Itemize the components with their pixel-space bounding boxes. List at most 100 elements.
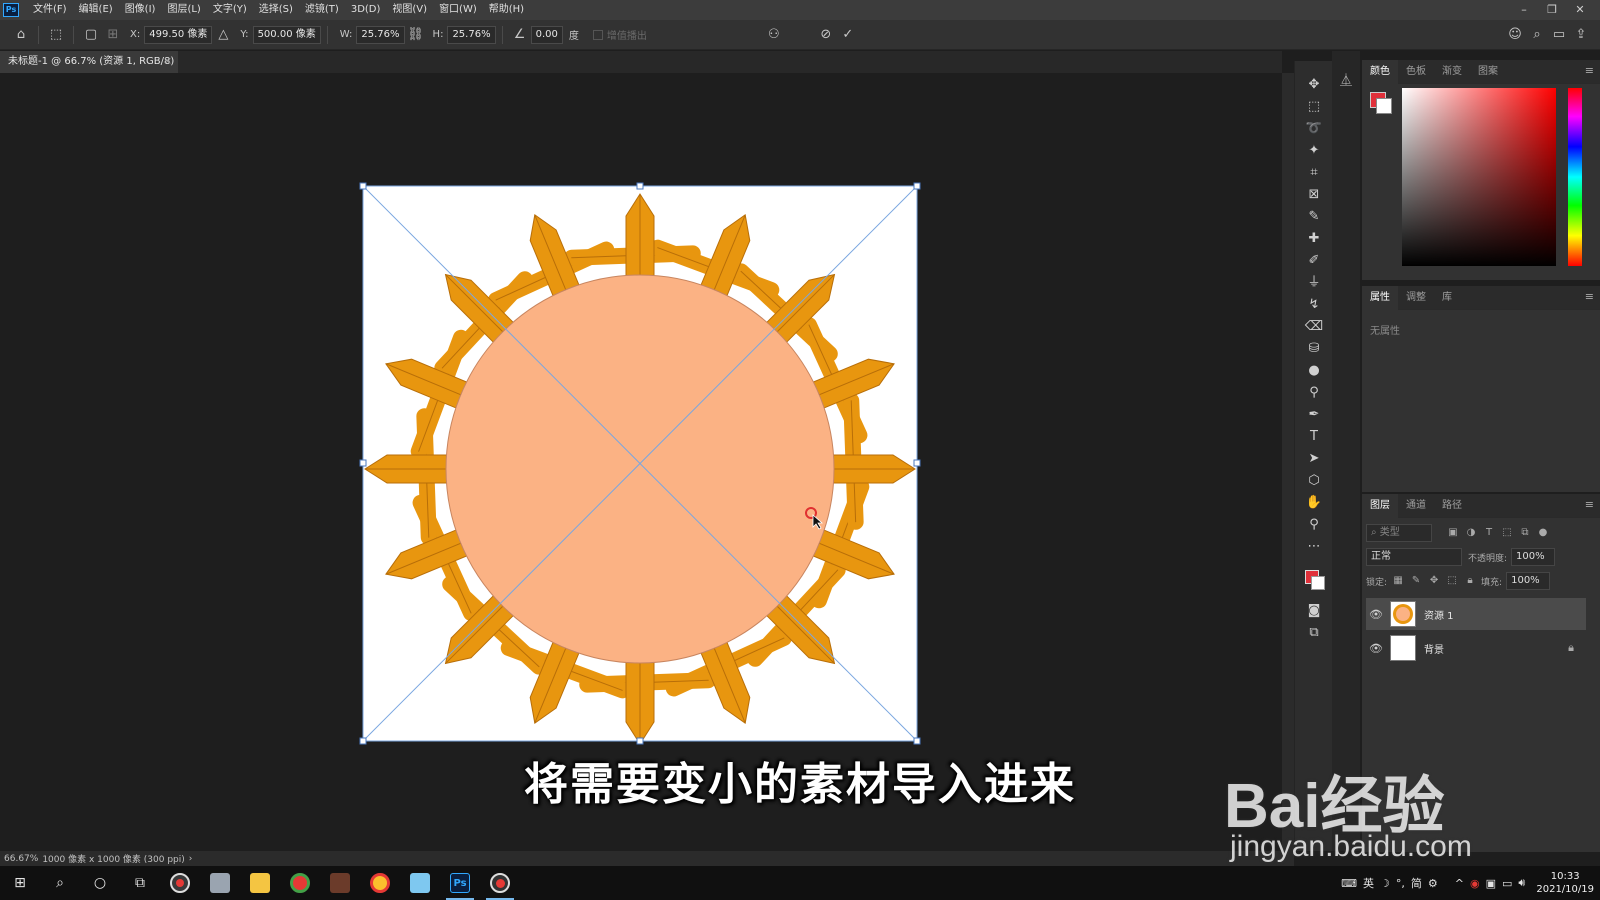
- filter-adjustment-icon[interactable]: ◑: [1464, 526, 1478, 540]
- tab-libraries[interactable]: 库: [1434, 286, 1460, 310]
- transform-tool-icon[interactable]: ⬚: [45, 24, 67, 46]
- tab-color[interactable]: 颜色: [1362, 59, 1398, 84]
- magic-wand-icon[interactable]: ✦: [1302, 141, 1326, 161]
- filter-toggle-icon[interactable]: ●: [1536, 526, 1550, 540]
- hand-tool-icon[interactable]: ✋: [1302, 493, 1326, 513]
- cortana-icon[interactable]: ○: [80, 866, 120, 900]
- color-panel-background[interactable]: [1376, 98, 1392, 114]
- angle-field[interactable]: 0.00: [530, 25, 563, 44]
- transform-bounding-box[interactable]: [355, 179, 925, 749]
- transform-handle[interactable]: [636, 182, 644, 190]
- ime-language[interactable]: 英: [1363, 875, 1374, 891]
- notes-app-icon[interactable]: [400, 866, 440, 900]
- game-app-icon[interactable]: [320, 866, 360, 900]
- restore-icon[interactable]: ❐: [1538, 0, 1566, 20]
- network-icon[interactable]: ▭: [1502, 877, 1512, 890]
- ime-moon-icon[interactable]: ☽: [1380, 877, 1390, 890]
- panel-menu-icon[interactable]: ≡: [1585, 290, 1594, 303]
- tray-expand-icon[interactable]: ^: [1455, 877, 1464, 890]
- transform-handle[interactable]: [913, 459, 921, 467]
- crop-tool-icon[interactable]: ⌗: [1302, 163, 1326, 183]
- filter-pixel-icon[interactable]: ▣: [1446, 526, 1460, 540]
- tab-patterns[interactable]: 图案: [1470, 60, 1506, 84]
- cancel-transform-icon[interactable]: ⊘: [815, 24, 837, 46]
- tab-properties[interactable]: 属性: [1362, 285, 1398, 310]
- zoom-level[interactable]: 66.67%: [0, 854, 38, 864]
- move-tool-icon[interactable]: ✥: [1302, 75, 1326, 95]
- hue-slider[interactable]: [1568, 88, 1582, 266]
- fill-field[interactable]: 100%: [1506, 572, 1551, 590]
- healing-brush-icon[interactable]: ✚: [1302, 229, 1326, 249]
- layer-row-asset[interactable]: 👁︎ 资源 1: [1366, 598, 1586, 630]
- opacity-field[interactable]: 100%: [1511, 548, 1556, 566]
- menu-edit[interactable]: 编辑(E): [73, 0, 119, 20]
- brush-tool-icon[interactable]: ✐: [1302, 251, 1326, 271]
- start-icon[interactable]: ⊞: [0, 866, 40, 900]
- tab-paths[interactable]: 路径: [1434, 494, 1470, 518]
- history-panel-icon[interactable]: ⏅: [1337, 71, 1355, 89]
- lock-all-icon[interactable]: 🔒︎: [1463, 574, 1477, 588]
- close-tab-icon[interactable]: ×: [164, 51, 172, 73]
- photoshop-taskbar-icon[interactable]: Ps: [440, 866, 480, 900]
- chrome-icon-2[interactable]: [360, 866, 400, 900]
- panel-menu-icon[interactable]: ≡: [1585, 64, 1594, 77]
- stamp-tool-icon[interactable]: ⏚: [1302, 273, 1326, 293]
- history-brush-icon[interactable]: ↯: [1302, 295, 1326, 315]
- menu-select[interactable]: 选择(S): [253, 0, 299, 20]
- transform-handle[interactable]: [636, 737, 644, 745]
- y-field[interactable]: 500.00 像素: [252, 25, 321, 44]
- menu-file[interactable]: 文件(F): [27, 0, 73, 20]
- screen-mode-icon[interactable]: ⧉: [1302, 623, 1326, 643]
- blend-mode-dropdown[interactable]: 正常: [1366, 548, 1462, 566]
- minimize-icon[interactable]: –: [1510, 0, 1538, 20]
- background-color-swatch[interactable]: [1311, 576, 1325, 590]
- panel-menu-icon[interactable]: ≡: [1585, 498, 1594, 511]
- type-tool-icon[interactable]: T: [1302, 427, 1326, 447]
- transform-handle[interactable]: [913, 182, 921, 190]
- path-select-icon[interactable]: ➤: [1302, 449, 1326, 469]
- screen-recorder-icon[interactable]: [480, 866, 520, 900]
- clock[interactable]: 10:33 2021/10/19: [1536, 870, 1594, 896]
- reference-point-icon[interactable]: ▢: [80, 24, 102, 46]
- app-window-icon[interactable]: [200, 866, 240, 900]
- settings-icon[interactable]: ⚙: [1428, 877, 1438, 890]
- lock-position-icon[interactable]: ✥: [1427, 574, 1441, 588]
- home-icon[interactable]: ⌂: [10, 24, 32, 46]
- filter-shape-icon[interactable]: ⬚: [1500, 526, 1514, 540]
- width-field[interactable]: 25.76%: [356, 25, 405, 44]
- close-icon[interactable]: ✕: [1566, 0, 1594, 20]
- commit-transform-icon[interactable]: ✓: [837, 24, 859, 46]
- transform-handle[interactable]: [359, 182, 367, 190]
- app-tray-icon[interactable]: ▣: [1486, 877, 1496, 890]
- recorder-app-icon[interactable]: [160, 866, 200, 900]
- search-icon[interactable]: ⌕: [40, 866, 80, 900]
- tab-gradients[interactable]: 渐变: [1434, 60, 1470, 84]
- puppet-warp-icon[interactable]: ⚇: [763, 24, 785, 46]
- tab-adjustments[interactable]: 调整: [1398, 286, 1434, 310]
- ime-script[interactable]: 简: [1411, 875, 1422, 891]
- x-field[interactable]: 499.50 像素: [144, 25, 213, 44]
- visibility-eye-icon[interactable]: 👁︎: [1366, 608, 1386, 621]
- lock-transparent-icon[interactable]: ▦: [1391, 574, 1405, 588]
- more-tools-icon[interactable]: ⋯: [1302, 537, 1326, 557]
- document-tab[interactable]: 未标题-1 @ 66.7% (资源 1, RGB/8) ×: [0, 51, 178, 73]
- menu-filter[interactable]: 滤镜(T): [299, 0, 345, 20]
- keyboard-icon[interactable]: ⌨: [1341, 877, 1357, 890]
- tab-layers[interactable]: 图层: [1362, 493, 1398, 518]
- link-icon[interactable]: ⛓: [405, 24, 427, 46]
- menu-type[interactable]: 文字(Y): [207, 0, 253, 20]
- recording-icon[interactable]: ◉: [1470, 877, 1480, 890]
- zoom-tool-icon[interactable]: ⚲: [1302, 515, 1326, 535]
- interpolation-checkbox[interactable]: [592, 29, 603, 40]
- layer-filter-dropdown[interactable]: ⌕ 类型: [1366, 524, 1432, 542]
- volume-icon[interactable]: 🔊︎: [1518, 876, 1525, 890]
- tab-swatches[interactable]: 色板: [1398, 60, 1434, 84]
- shape-tool-icon[interactable]: ⬡: [1302, 471, 1326, 491]
- filter-type-icon[interactable]: T: [1482, 526, 1496, 540]
- status-expand-icon[interactable]: ›: [185, 854, 193, 864]
- menu-image[interactable]: 图像(I): [119, 0, 162, 20]
- menu-3d[interactable]: 3D(D): [345, 0, 387, 20]
- pen-tool-icon[interactable]: ✒: [1302, 405, 1326, 425]
- transform-handle[interactable]: [359, 737, 367, 745]
- marquee-tool-icon[interactable]: ⬚: [1302, 97, 1326, 117]
